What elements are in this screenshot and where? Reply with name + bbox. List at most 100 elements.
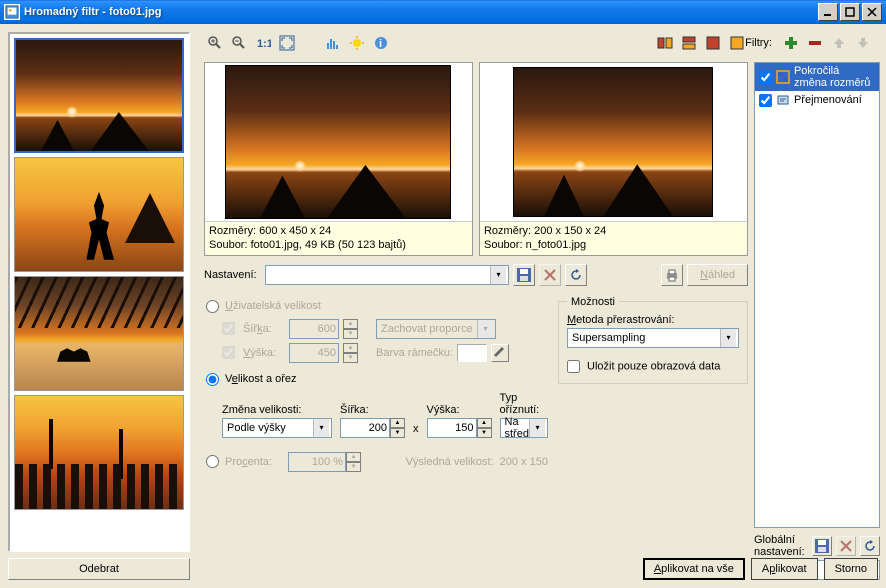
titlebar: Hromadný filtr - foto01.jpg bbox=[0, 0, 886, 24]
print-icon[interactable] bbox=[661, 264, 683, 286]
user-size-label: Uživatelská velikost bbox=[225, 300, 321, 312]
height-spinner[interactable]: ▲▼ bbox=[343, 343, 358, 363]
toolbar: 1:1 i bbox=[204, 32, 748, 54]
global-settings-label: Globální nastavení: bbox=[754, 534, 808, 558]
height-label: Výška: bbox=[243, 347, 285, 359]
resize-by-label: Změna velikosti: bbox=[222, 404, 332, 416]
width-spinner[interactable]: ▲▼ bbox=[343, 319, 358, 339]
filter-item[interactable]: Pokročilá změna rozměrů bbox=[755, 63, 879, 91]
height-input[interactable] bbox=[289, 343, 339, 363]
save-only-image-checkbox[interactable] bbox=[567, 360, 580, 373]
options-legend: Možnosti bbox=[567, 296, 619, 308]
user-size-radio[interactable] bbox=[206, 300, 219, 313]
result-size-label: Výsledná velikost: bbox=[406, 456, 494, 468]
filter-label: Pokročilá změna rozměrů bbox=[794, 65, 875, 89]
delete-global-icon[interactable] bbox=[836, 536, 856, 556]
percent-radio[interactable] bbox=[206, 455, 219, 468]
filter-item[interactable]: Přejmenování bbox=[755, 91, 879, 109]
result-size-value: 200 x 150 bbox=[500, 456, 548, 468]
sc-width-input[interactable] bbox=[340, 418, 390, 438]
layout-single1-icon[interactable] bbox=[702, 32, 724, 54]
save-global-icon[interactable] bbox=[812, 536, 832, 556]
thumbnail-item[interactable] bbox=[14, 395, 184, 510]
dims-value: 200 x 150 x 24 bbox=[534, 225, 606, 237]
settings-label: Nastavení: bbox=[204, 269, 257, 281]
options-fieldset: Možnosti Metoda přerastrování: Supersamp… bbox=[558, 296, 748, 384]
frame-color-swatch[interactable] bbox=[457, 344, 487, 362]
thumbnail-list[interactable] bbox=[8, 32, 190, 552]
window-title: Hromadný filtr - foto01.jpg bbox=[24, 6, 818, 18]
width-checkbox[interactable] bbox=[222, 322, 235, 335]
resize-by-combo[interactable]: Podle výšky bbox=[222, 418, 332, 438]
resample-combo[interactable]: Supersampling bbox=[567, 328, 739, 348]
minimize-button[interactable] bbox=[818, 3, 838, 21]
preview-button[interactable]: NNáhledáhled bbox=[687, 264, 748, 286]
aspect-combo[interactable]: Zachovat proporce bbox=[376, 319, 496, 339]
app-icon bbox=[4, 4, 20, 20]
svg-text:i: i bbox=[379, 38, 382, 50]
resample-label: Metoda přerastrování: bbox=[567, 314, 675, 326]
sc-width-spinner[interactable]: ▲▼ bbox=[390, 418, 405, 438]
preview-image-original[interactable] bbox=[225, 65, 451, 219]
save-settings-icon[interactable] bbox=[513, 264, 535, 286]
zoom-fit-icon[interactable] bbox=[276, 32, 298, 54]
zoom-out-icon[interactable] bbox=[228, 32, 250, 54]
rename-filter-icon bbox=[776, 93, 790, 107]
save-only-image-label: Uložit pouze obrazová data bbox=[587, 360, 720, 372]
size-crop-radio[interactable] bbox=[206, 373, 219, 386]
reset-settings-icon[interactable] bbox=[565, 264, 587, 286]
preview-image-result[interactable] bbox=[513, 67, 713, 217]
remove-filter-icon[interactable] bbox=[804, 32, 826, 54]
maximize-button[interactable] bbox=[840, 3, 860, 21]
thumbnail-item[interactable] bbox=[14, 38, 184, 153]
remove-button[interactable]: Odebrat bbox=[8, 558, 190, 580]
percent-input[interactable] bbox=[288, 452, 346, 472]
histogram-icon[interactable] bbox=[322, 32, 344, 54]
thumbnail-panel: Odebrat bbox=[0, 24, 198, 588]
zoom-in-icon[interactable] bbox=[204, 32, 226, 54]
sc-height-input[interactable] bbox=[427, 418, 477, 438]
delete-settings-icon[interactable] bbox=[539, 264, 561, 286]
percent-spinner[interactable]: ▲▼ bbox=[346, 452, 361, 472]
sc-height-label: Výška: bbox=[427, 404, 492, 416]
dims-label: Rozměry: bbox=[209, 225, 256, 237]
layout-stack-icon[interactable] bbox=[678, 32, 700, 54]
zoom-actual-icon[interactable]: 1:1 bbox=[252, 32, 274, 54]
reset-global-icon[interactable] bbox=[860, 536, 880, 556]
resize-filter-icon bbox=[776, 70, 790, 84]
move-up-icon[interactable] bbox=[828, 32, 850, 54]
filter-list[interactable]: Pokročilá změna rozměrů Přejmenování bbox=[754, 62, 880, 528]
add-filter-icon[interactable] bbox=[780, 32, 802, 54]
file-value: n_foto01.jpg bbox=[526, 239, 587, 251]
filters-label: Filtry: bbox=[745, 37, 772, 49]
thumbnail-item[interactable] bbox=[14, 157, 184, 272]
crop-type-label: Typ oříznutí: bbox=[500, 392, 548, 416]
apply-all-button[interactable]: Aplikovat na vše bbox=[643, 558, 745, 580]
width-input[interactable] bbox=[289, 319, 339, 339]
times-label: x bbox=[413, 423, 419, 435]
file-label: Soubor: bbox=[484, 239, 523, 251]
file-label: Soubor: bbox=[209, 239, 248, 251]
cancel-button[interactable]: Storno bbox=[824, 558, 878, 580]
layout-side-icon[interactable] bbox=[654, 32, 676, 54]
size-crop-label: Velikost a ořez bbox=[225, 373, 297, 385]
apply-button[interactable]: Aplikovat bbox=[751, 558, 818, 580]
filter-checkbox[interactable] bbox=[759, 71, 772, 84]
sc-height-spinner[interactable]: ▲▼ bbox=[477, 418, 492, 438]
filter-checkbox[interactable] bbox=[759, 94, 772, 107]
highlights-icon[interactable] bbox=[346, 32, 368, 54]
preview-result: Rozměry: 200 x 150 x 24 Soubor: n_foto01… bbox=[479, 62, 748, 256]
preview-original: Rozměry: 600 x 450 x 24 Soubor: foto01.j… bbox=[204, 62, 473, 256]
settings-combo[interactable] bbox=[265, 265, 509, 285]
frame-color-label: Barva rámečku: bbox=[376, 347, 453, 359]
move-down-icon[interactable] bbox=[852, 32, 874, 54]
dims-label: Rozměry: bbox=[484, 225, 531, 237]
color-picker-icon[interactable] bbox=[491, 344, 509, 362]
thumbnail-item[interactable] bbox=[14, 276, 184, 391]
height-checkbox[interactable] bbox=[222, 346, 235, 359]
dims-value: 600 x 450 x 24 bbox=[259, 225, 331, 237]
sc-width-label: Šířka: bbox=[340, 404, 405, 416]
close-button[interactable] bbox=[862, 3, 882, 21]
info-icon[interactable]: i bbox=[370, 32, 392, 54]
crop-type-combo[interactable]: Na střed bbox=[500, 418, 548, 438]
